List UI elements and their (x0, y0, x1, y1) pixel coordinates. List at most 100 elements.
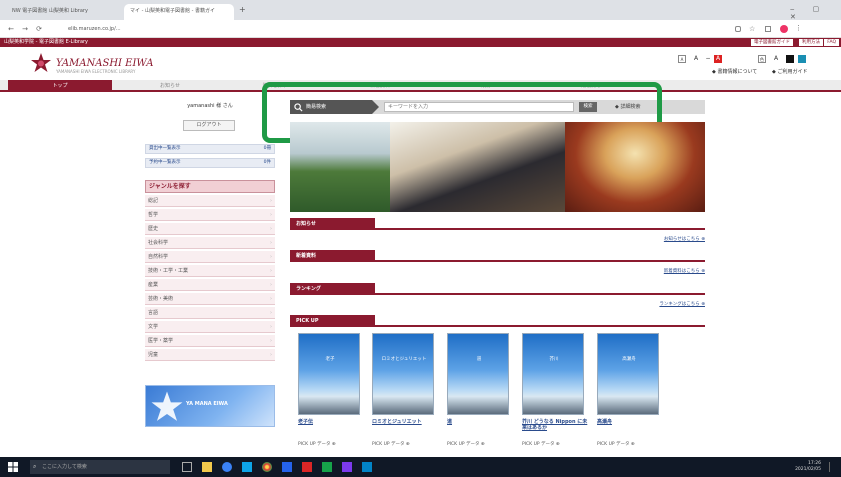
genre-item[interactable]: 産業 › (145, 279, 275, 291)
user-guide-link[interactable]: ◆ ご利用ガイド (772, 68, 807, 75)
banner-star-icon (151, 391, 183, 421)
section-news-tag: お知らせ (290, 218, 375, 230)
genre-item[interactable]: 哲学 › (145, 209, 275, 221)
chrome-icon[interactable] (262, 462, 272, 472)
reservations-count: 0件 (263, 160, 271, 165)
reservations-link-label: 予約中一覧表示 (149, 160, 181, 165)
usage-button[interactable]: 利用方法 (799, 39, 823, 46)
genre-item[interactable]: 芸術・美術 › (145, 293, 275, 305)
genre-label: 総記 (148, 198, 159, 204)
excel-icon[interactable] (322, 462, 332, 472)
reload-icon[interactable]: ⟳ (34, 24, 44, 34)
url-field[interactable]: elib.maruzen.co.jp/... (60, 23, 660, 35)
book-footer[interactable]: PICK UP データ ⊕ (522, 441, 592, 447)
genre-item[interactable]: 社会科学 › (145, 237, 275, 249)
book-footer[interactable]: PICK UP データ ⊕ (597, 441, 667, 447)
book-footer[interactable]: PICK UP データ ⊕ (298, 441, 368, 447)
book-cover[interactable]: 高瀬舟 (597, 333, 659, 415)
genre-item[interactable]: 歴史 › (145, 223, 275, 235)
genre-label: 児童 (148, 352, 159, 358)
section-ranking: ランキング ランキングはこちら ⊕ (290, 283, 705, 307)
genre-item[interactable]: 言語 › (145, 307, 275, 319)
genre-item[interactable]: 児童 › (145, 349, 275, 361)
genre-item[interactable]: 自然科学 › (145, 251, 275, 263)
font-minus-icon[interactable]: − (704, 55, 712, 63)
book-cover[interactable]: 芥川 (522, 333, 584, 415)
book-title-link[interactable]: ロミオとジュリエット (372, 419, 442, 425)
font-large-icon[interactable]: A (714, 55, 722, 63)
genre-heading: ジャンルを探す (145, 180, 275, 193)
logo-subtext: YAMANASHI EIWA ELECTRONIC LIBRARY (56, 69, 136, 74)
ranking-more-link[interactable]: ランキングはこちら ⊕ (659, 301, 705, 307)
book-footer[interactable]: PICK UP データ ⊕ (372, 441, 442, 447)
chevron-right-icon: › (270, 268, 272, 274)
back-icon[interactable]: ← (6, 24, 16, 34)
book-title-link[interactable]: 芥川 どうなる Nippon に未来はあるか (522, 419, 592, 431)
loans-link[interactable]: 貸出中一覧表示 0冊 (145, 144, 275, 154)
profile-avatar-icon[interactable] (780, 25, 788, 33)
windows-start-icon[interactable] (8, 462, 18, 472)
new-items-more-link[interactable]: 新着資料はこちら ⊕ (664, 268, 705, 274)
book-cover[interactable]: ロミオとジュリエット (372, 333, 434, 415)
contrast-label-icon[interactable]: 色 (758, 55, 766, 63)
chevron-right-icon: › (270, 352, 272, 358)
new-tab-button[interactable]: + (236, 4, 250, 20)
book-title-link[interactable]: 道 (447, 419, 517, 425)
genre-item[interactable]: 文学 › (145, 321, 275, 333)
kebab-menu-icon[interactable]: ⋮ (795, 24, 802, 32)
faq-button[interactable]: FAQ (824, 39, 839, 46)
outlook-icon[interactable] (362, 462, 372, 472)
eiwa-banner[interactable]: YA MANA EIWA (145, 385, 275, 427)
book-cover[interactable]: 老子 (298, 333, 360, 415)
chevron-right-icon: › (270, 310, 272, 316)
teams-icon[interactable] (342, 462, 352, 472)
genre-item[interactable]: 総記 › (145, 195, 275, 207)
menu-square-icon[interactable] (765, 26, 771, 32)
section-pickup-tag: PICK UP (290, 315, 375, 327)
news-more-link[interactable]: お知らせはこちら ⊕ (664, 236, 705, 242)
chevron-right-icon: › (270, 324, 272, 330)
browser-tab-active[interactable]: マイ - 山梨英和電子図書館 - 書籍ガイ (124, 4, 234, 20)
genre-item[interactable]: 技術・工学・工業 › (145, 265, 275, 277)
book-title-link[interactable]: 老子伝 (298, 419, 368, 425)
guide-button[interactable]: 電子図書館ガイド (751, 39, 793, 46)
show-desktop-button[interactable] (829, 462, 837, 472)
nav-news[interactable]: お知らせ (120, 80, 220, 92)
logo-text: YAMANASHI EIWA (56, 58, 154, 69)
black-bg-icon[interactable] (786, 55, 794, 63)
file-explorer-icon[interactable] (202, 462, 212, 472)
task-view-icon[interactable] (182, 462, 192, 472)
books-info-link[interactable]: ◆ 書籍情報について (712, 68, 757, 75)
browser-tab[interactable]: NW 電子図書館 山梨英和 Library (6, 4, 124, 20)
powerpoint-icon[interactable] (302, 462, 312, 472)
book-footer[interactable]: PICK UP データ ⊕ (447, 441, 517, 447)
store-icon[interactable] (242, 462, 252, 472)
books-info-link-label: 書籍情報について (717, 69, 758, 75)
reservations-link[interactable]: 予約中一覧表示 0件 (145, 158, 275, 168)
browser-toolbar-icons[interactable]: ☆ ⋮ (735, 23, 835, 35)
window-controls[interactable]: ‒ ▢ ✕ (790, 5, 841, 21)
nav-top[interactable]: トップ (8, 80, 112, 92)
book-cover[interactable]: 道 (447, 333, 509, 415)
contrast-a-icon[interactable]: A (772, 55, 780, 63)
banner-text: YA MANA EIWA (186, 401, 228, 407)
extension-icon[interactable] (735, 26, 741, 32)
genre-label: 自然科学 (148, 254, 169, 260)
taskbar-search[interactable]: ⌕ ここに入力して検索 (30, 460, 170, 474)
user-box: yamanashi 様 さん ログアウト (145, 100, 275, 140)
bookmark-star-icon[interactable]: ☆ (749, 25, 755, 33)
clock-date: 2021/02/05 (795, 467, 821, 472)
browser-tab-bar: NW 電子図書館 山梨英和 Library マイ - 山梨英和電子図書館 - 書… (0, 0, 841, 21)
genre-label: 医学・薬学 (148, 338, 174, 344)
genre-label: 歴史 (148, 226, 159, 232)
taskbar-clock[interactable]: 17:26 2021/02/05 (795, 461, 821, 473)
forward-icon[interactable]: → (20, 24, 30, 34)
book-title-link[interactable]: 高瀬舟 (597, 419, 667, 425)
word-icon[interactable] (282, 462, 292, 472)
genre-item[interactable]: 医学・薬学 › (145, 335, 275, 347)
font-small-icon[interactable]: A (692, 55, 700, 63)
blue-bg-icon[interactable] (798, 55, 806, 63)
logout-button[interactable]: ログアウト (183, 120, 235, 131)
font-size-icon[interactable]: A (678, 55, 686, 63)
edge-icon[interactable] (222, 462, 232, 472)
